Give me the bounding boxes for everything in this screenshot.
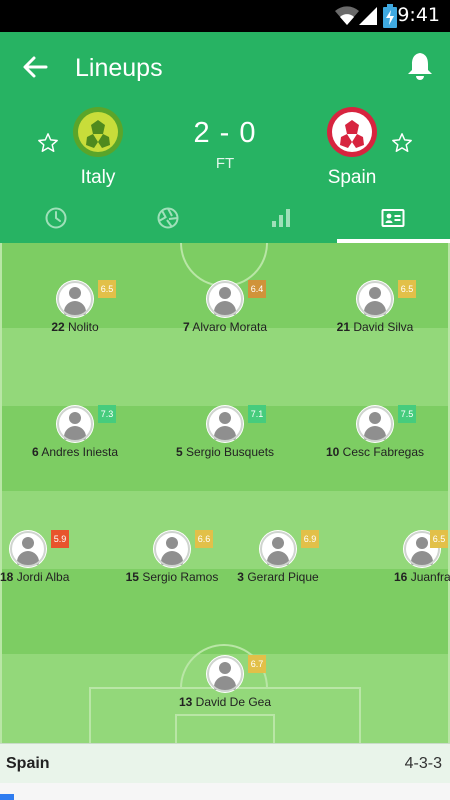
player-card[interactable]: 7.3 6 Andres Iniesta: [0, 405, 150, 469]
player-number: 6: [31, 445, 39, 459]
signal-icon: [359, 7, 377, 25]
player-rating-badge: 6.5: [98, 280, 116, 298]
bottom-strip: [0, 783, 450, 800]
player-name-text: David De Gea: [192, 695, 272, 709]
player-card[interactable]: 7.5 10 Cesc Fabregas: [300, 405, 450, 469]
player-name: 18 Jordi Alba: [0, 570, 69, 584]
player-avatar-icon: [56, 405, 94, 443]
player-rating-badge: 7.3: [98, 405, 116, 423]
player-name-text: Alvaro Morata: [189, 320, 268, 334]
player-card[interactable]: 6.7 13 David De Gea: [150, 655, 300, 719]
player-name: 13 David De Gea: [150, 695, 300, 709]
player-rating-badge: 7.5: [398, 405, 416, 423]
home-team-logo-icon: [73, 107, 123, 157]
player-number: 22: [51, 320, 65, 334]
player-number: 21: [336, 320, 350, 334]
favorite-star-icon[interactable]: [391, 132, 413, 154]
wifi-icon: [335, 6, 359, 26]
bottom-accent: [0, 794, 14, 800]
player-number: 7: [182, 320, 190, 334]
player-name: 21 David Silva: [300, 320, 450, 334]
player-name: 5 Sergio Busquets: [150, 445, 300, 459]
player-name: 16 Juanfran: [394, 570, 450, 584]
battery-charging-icon: [383, 4, 397, 28]
player-avatar-icon: [356, 280, 394, 318]
player-name-text: David Silva: [350, 320, 414, 334]
aperture-icon: [157, 207, 179, 229]
player-rating-badge: 6.4: [248, 280, 266, 298]
player-name-text: Juanfran: [410, 570, 450, 584]
player-avatar-icon: [356, 405, 394, 443]
formation-label: 4-3-3: [404, 755, 442, 772]
lineup-card-icon: [381, 209, 405, 227]
match-status: FT: [215, 155, 235, 172]
tab-bar: [0, 194, 450, 243]
player-name-text: Cesc Fabregas: [339, 445, 425, 459]
player-avatar-icon: [206, 280, 244, 318]
lineup-pitch: 6.5 22 Nolito 6.4 7 Alvaro Morata 6.5 21 Davi…: [0, 243, 450, 743]
player-card[interactable]: 6.5 16 Juanfran: [300, 530, 450, 594]
away-team-logo-icon: [327, 107, 377, 157]
match-score: 2 - 0: [193, 117, 257, 149]
player-avatar-icon: [9, 530, 47, 568]
player-name: 10 Cesc Fabregas: [300, 445, 450, 459]
player-number: 18: [0, 570, 14, 584]
home-team-name[interactable]: Italy: [38, 167, 158, 189]
player-number: 3: [237, 570, 244, 584]
player-avatar-icon: [153, 530, 191, 568]
player-rating-badge: 5.9: [51, 530, 69, 548]
player-card[interactable]: 6.5 21 David Silva: [300, 280, 450, 344]
back-arrow-icon[interactable]: [20, 52, 50, 82]
clock: 9:41: [397, 4, 440, 26]
player-name-text: Nolito: [64, 320, 99, 334]
page-title: Lineups: [75, 54, 163, 82]
app-bar: Lineups Italy 2 - 0 FT Spain: [0, 32, 450, 243]
tab-charts[interactable]: [225, 194, 337, 243]
favorite-star-icon[interactable]: [37, 132, 59, 154]
player-avatar-icon: [206, 405, 244, 443]
player-rating-badge: 6.5: [430, 530, 448, 548]
player-name-text: Jordi Alba: [13, 570, 70, 584]
player-name: 7 Alvaro Morata: [150, 320, 300, 334]
player-rating-badge: 6.5: [398, 280, 416, 298]
player-name: 22 Nolito: [0, 320, 150, 334]
player-card[interactable]: 6.4 7 Alvaro Morata: [150, 280, 300, 344]
player-avatar-icon: [259, 530, 297, 568]
tab-timeline[interactable]: [0, 194, 112, 243]
team-footer: Spain 4-3-3: [0, 743, 450, 783]
player-number: 10: [325, 445, 340, 459]
bar-chart-icon: [272, 209, 290, 227]
player-name-text: Andres Iniesta: [38, 445, 119, 459]
player-avatar-icon: [56, 280, 94, 318]
lineup-team-name: Spain: [6, 755, 50, 772]
player-rating-badge: 7.1: [248, 405, 266, 423]
player-number: 13: [178, 695, 193, 709]
player-card[interactable]: 6.5 22 Nolito: [0, 280, 150, 344]
player-name: 6 Andres Iniesta: [0, 445, 150, 459]
player-avatar-icon: [206, 655, 244, 693]
status-bar: 9:41: [0, 0, 450, 32]
tab-lineups[interactable]: [337, 194, 449, 243]
away-team-name[interactable]: Spain: [292, 167, 412, 189]
player-number: 15: [125, 570, 139, 584]
player-rating-badge: 6.7: [248, 655, 266, 673]
player-name-text: Sergio Busquets: [182, 445, 275, 459]
player-number: 16: [394, 570, 408, 584]
bell-icon[interactable]: [404, 50, 436, 82]
tab-stats[interactable]: [112, 194, 224, 243]
player-card[interactable]: 7.1 5 Sergio Busquets: [150, 405, 300, 469]
player-number: 5: [175, 445, 183, 459]
clock-icon: [45, 207, 67, 229]
